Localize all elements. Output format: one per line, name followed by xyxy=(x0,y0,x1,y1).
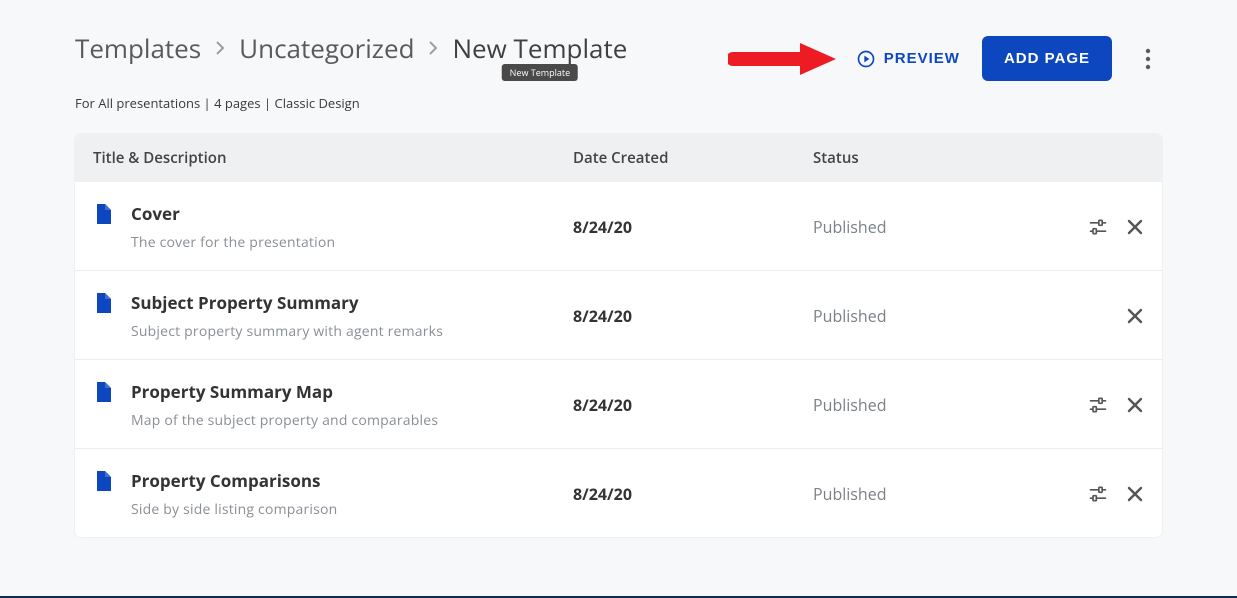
table-row[interactable]: Subject Property Summary Subject propert… xyxy=(75,271,1162,360)
table-row[interactable]: Cover The cover for the presentation 8/2… xyxy=(75,182,1162,271)
row-status: Published xyxy=(813,216,1044,238)
preview-button[interactable]: PREVIEW xyxy=(856,49,960,69)
row-description: Side by side listing comparison xyxy=(131,500,337,519)
row-status: Published xyxy=(813,394,1044,416)
col-header-status: Status xyxy=(813,148,1044,168)
table-row[interactable]: Property Summary Map Map of the subject … xyxy=(75,360,1162,449)
breadcrumb-current[interactable]: New Template xyxy=(452,30,627,66)
annotation-arrow-icon xyxy=(728,39,838,79)
chevron-right-icon xyxy=(428,40,438,56)
table-header: Title & Description Date Created Status xyxy=(75,134,1162,182)
row-status: Published xyxy=(813,483,1044,505)
col-header-date: Date Created xyxy=(573,148,813,168)
pages-table: Title & Description Date Created Status … xyxy=(75,134,1162,537)
col-header-title: Title & Description xyxy=(93,148,573,168)
settings-icon[interactable] xyxy=(1088,395,1108,415)
template-meta: For All presentations | 4 pages | Classi… xyxy=(75,94,627,112)
document-icon xyxy=(93,202,113,252)
settings-icon[interactable] xyxy=(1088,484,1108,504)
breadcrumb-tooltip: New Template xyxy=(502,64,579,81)
row-date: 8/24/20 xyxy=(573,305,813,327)
row-title: Cover xyxy=(131,202,335,225)
row-date: 8/24/20 xyxy=(573,216,813,238)
row-description: Subject property summary with agent rema… xyxy=(131,322,443,341)
breadcrumb: Templates Uncategorized New Template New… xyxy=(75,30,627,66)
row-title: Property Comparisons xyxy=(131,469,337,492)
add-page-button[interactable]: ADD PAGE xyxy=(982,36,1112,81)
preview-label: PREVIEW xyxy=(884,50,960,67)
document-icon xyxy=(93,380,113,430)
more-menu-icon[interactable] xyxy=(1134,39,1162,79)
row-title: Subject Property Summary xyxy=(131,291,443,314)
breadcrumb-root[interactable]: Templates xyxy=(75,30,201,66)
chevron-right-icon xyxy=(215,40,225,56)
row-description: The cover for the presentation xyxy=(131,233,335,252)
close-icon[interactable] xyxy=(1126,396,1144,414)
row-title: Property Summary Map xyxy=(131,380,438,403)
play-circle-icon xyxy=(856,49,876,69)
close-icon[interactable] xyxy=(1126,218,1144,236)
row-description: Map of the subject property and comparab… xyxy=(131,411,438,430)
row-status: Published xyxy=(813,305,1044,327)
document-icon xyxy=(93,469,113,519)
document-icon xyxy=(93,291,113,341)
row-date: 8/24/20 xyxy=(573,394,813,416)
close-icon[interactable] xyxy=(1126,307,1144,325)
close-icon[interactable] xyxy=(1126,485,1144,503)
breadcrumb-category[interactable]: Uncategorized xyxy=(239,30,414,66)
row-date: 8/24/20 xyxy=(573,483,813,505)
settings-icon[interactable] xyxy=(1088,217,1108,237)
table-row[interactable]: Property Comparisons Side by side listin… xyxy=(75,449,1162,537)
